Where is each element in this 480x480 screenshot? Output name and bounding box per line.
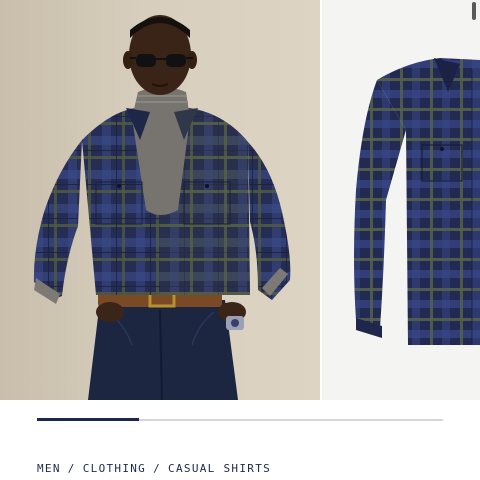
breadcrumb-item-men[interactable]: MEN: [37, 462, 61, 475]
product-image-flat[interactable]: [322, 0, 480, 400]
scroll-handle[interactable]: [472, 2, 476, 20]
carousel-progress-track: [37, 418, 443, 421]
carousel-progress-fill: [37, 418, 139, 421]
product-page: MEN / CLOTHING / CASUAL SHIRTS: [0, 0, 480, 480]
flat-shirt-photo: [354, 58, 480, 345]
breadcrumb-item-casual-shirts[interactable]: CASUAL SHIRTS: [168, 462, 271, 475]
breadcrumb: MEN / CLOTHING / CASUAL SHIRTS: [37, 462, 271, 475]
product-image-model[interactable]: [0, 0, 320, 400]
breadcrumb-separator: /: [153, 462, 162, 475]
breadcrumb-separator: /: [67, 462, 76, 475]
product-image-carousel[interactable]: [0, 0, 480, 400]
model-photo: [33, 15, 291, 400]
breadcrumb-item-clothing[interactable]: CLOTHING: [83, 462, 146, 475]
